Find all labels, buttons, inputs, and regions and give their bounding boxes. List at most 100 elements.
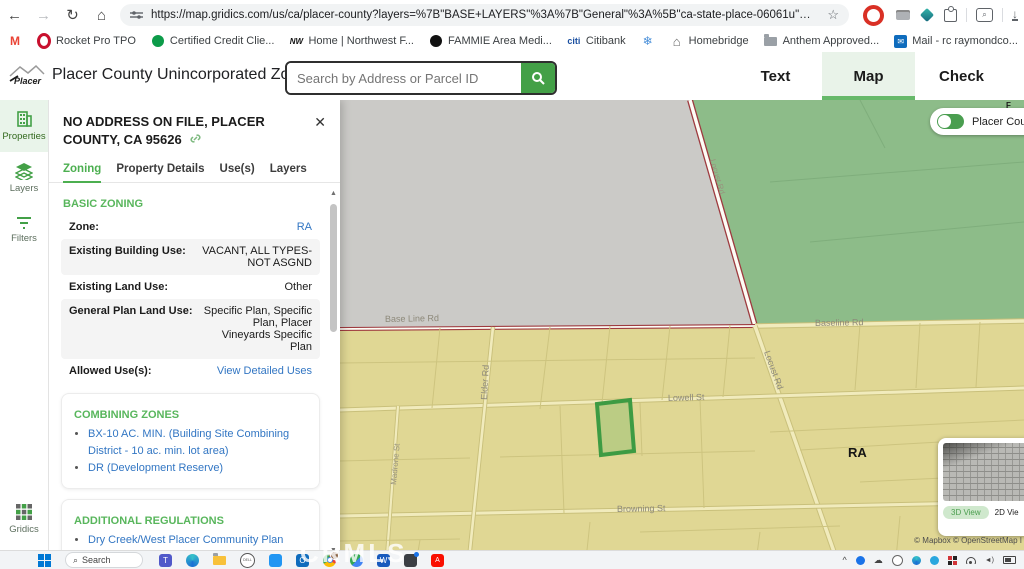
tab-uses[interactable]: Use(s) <box>220 163 255 182</box>
home-icon[interactable]: ⌂ <box>87 7 116 24</box>
reload-icon[interactable]: ↻ <box>58 6 87 24</box>
map-attribution[interactable]: © Mapbox © OpenStreetMap I <box>914 536 1022 545</box>
tray-chevron-up-icon[interactable]: ^ <box>843 555 847 565</box>
section-header-additional-regulations: ADDITIONAL REGULATIONS <box>74 515 309 527</box>
scrollbar-thumb[interactable] <box>330 204 337 332</box>
battery-icon[interactable] <box>1003 556 1016 564</box>
gridics-logo-icon <box>15 503 33 521</box>
close-icon[interactable]: ✕ <box>314 114 326 131</box>
minimap-satellite-thumbnail[interactable] <box>943 443 1024 501</box>
adblock-extension-icon[interactable] <box>863 5 884 26</box>
dry-creek-plan-link[interactable]: Dry Creek/West Placer Community Plan <box>88 534 283 546</box>
tray-onedrive-icon[interactable]: ☁ <box>874 555 883 566</box>
bookmark-rocket-pro[interactable]: Rocket Pro TPO <box>37 34 136 48</box>
sidebar-item-properties[interactable]: Properties <box>0 100 48 152</box>
tray-app-icon[interactable] <box>930 556 939 565</box>
tab-layers[interactable]: Layers <box>270 163 307 182</box>
outlook-icon[interactable]: O <box>296 554 309 567</box>
bookmark-northwest[interactable]: NWHome | Northwest F... <box>289 34 414 48</box>
bookmark-certified-credit[interactable]: Certified Credit Clie... <box>151 34 275 48</box>
minimap-3d-view-button[interactable]: 3D View <box>943 506 989 519</box>
tray-grid-icon[interactable] <box>948 556 957 565</box>
row-zone: Zone: RA <box>61 215 320 239</box>
maps-app-icon[interactable] <box>350 554 363 567</box>
wifi-icon[interactable] <box>966 557 976 564</box>
url-bar[interactable]: https://map.gridics.com/us/ca/placer-cou… <box>120 4 849 26</box>
forward-icon[interactable]: → <box>29 7 58 24</box>
word-icon[interactable]: W <box>377 554 390 567</box>
bookmark-label: FAMMIE Area Medi... <box>448 35 552 47</box>
bookmark-label: Home | Northwest F... <box>308 35 414 47</box>
phone-link-icon[interactable] <box>404 554 417 567</box>
minimap-2d-view-button[interactable]: 2D Vie <box>995 508 1019 517</box>
search-button[interactable] <box>521 63 555 93</box>
row-value: Specific Plan, Specific Plan, Placer Vin… <box>202 305 312 353</box>
sidebar-item-layers[interactable]: Layers <box>0 152 48 204</box>
bookmark-label: Homebridge <box>689 35 749 47</box>
sidebar-item-filters[interactable]: Filters <box>0 204 48 256</box>
share-link-icon[interactable] <box>189 132 202 145</box>
windows-start-icon[interactable] <box>38 554 51 567</box>
panel-scrollbar[interactable]: ▲ ▼ <box>328 190 339 554</box>
acrobat-icon[interactable]: A <box>431 554 444 567</box>
chrome-profile-icon[interactable] <box>323 554 336 567</box>
street-label-base-line-rd: Base Line Rd <box>385 313 439 324</box>
tab-search-icon[interactable]: ⌕ <box>976 8 993 22</box>
scroll-up-arrow[interactable]: ▲ <box>328 190 339 197</box>
address-search-box <box>285 61 557 95</box>
file-explorer-icon[interactable] <box>213 554 226 567</box>
row-existing-land-use: Existing Land Use: Other <box>61 275 320 299</box>
gem-extension-icon[interactable] <box>922 10 932 20</box>
row-label: Existing Building Use: <box>69 245 186 257</box>
photos-icon[interactable] <box>269 554 282 567</box>
zoning-map[interactable]: Base Line Rd Baseline Rd Elder Rd Locust… <box>340 100 1024 569</box>
bookmark-anthem-folder[interactable]: Anthem Approved... <box>764 34 880 48</box>
bookmark-fammie[interactable]: FAMMIE Area Medi... <box>429 34 552 48</box>
taskbar-search[interactable]: ⌕ Search <box>65 552 143 568</box>
teams-icon[interactable]: T <box>159 554 172 567</box>
speaker-icon[interactable]: ◄) <box>985 557 994 564</box>
bookmark-mail[interactable]: ✉Mail - rc raymondco... <box>894 35 1018 48</box>
bookmark-star-icon[interactable]: ☆ <box>827 7 839 23</box>
tray-account-icon[interactable] <box>856 556 865 565</box>
placer-county-logo[interactable]: Placer <box>8 62 46 90</box>
bookmark-homebridge[interactable]: ⌂Homebridge <box>670 34 749 48</box>
bookmark-citibank[interactable]: citiCitibank <box>567 34 626 48</box>
panel-tabs: Zoning Property Details Use(s) Layers <box>48 163 340 183</box>
wallet-extension-icon[interactable] <box>896 10 910 20</box>
tab-zoning[interactable]: Zoning <box>63 163 101 183</box>
edge-icon[interactable] <box>186 554 199 567</box>
combining-zone-dr-link[interactable]: DR (Development Reserve) <box>88 462 223 474</box>
view-detailed-uses-link[interactable]: View Detailed Uses <box>217 365 312 377</box>
map-canvas[interactable]: Base Line Rd Baseline Rd Elder Rd Locust… <box>340 100 1024 569</box>
extensions-puzzle-icon[interactable] <box>944 9 957 22</box>
back-icon[interactable]: ← <box>0 7 29 24</box>
downloads-icon[interactable]: ↓ <box>1012 9 1018 21</box>
parcel-title-text: NO ADDRESS ON FILE, PLACER COUNTY, CA 95… <box>63 114 265 147</box>
url-text[interactable]: https://map.gridics.com/us/ca/placer-cou… <box>151 9 819 21</box>
nav-text-button[interactable]: Text <box>729 52 822 100</box>
tab-property-details[interactable]: Property Details <box>116 163 204 182</box>
zone-link[interactable]: RA <box>297 221 312 233</box>
site-settings-icon[interactable] <box>130 10 143 20</box>
combining-zone-bx10-link[interactable]: BX-10 AC. MIN. (Building Site Combining … <box>88 428 289 457</box>
dell-icon[interactable]: DELL <box>240 553 255 568</box>
system-tray: ^ ☁ ◄) <box>843 555 1017 566</box>
search-input[interactable] <box>287 63 521 93</box>
app-header: Placer Placer County Unincorporated Zoni… <box>0 52 1024 100</box>
windows-taskbar: ⌕ Search T DELL O W A ^ ☁ ◄) <box>0 550 1024 569</box>
nav-check-button[interactable]: Check <box>915 52 1008 100</box>
bookmark-gmail[interactable]: M <box>8 34 22 48</box>
minimap-card: 3D View 2D Vie <box>938 438 1024 536</box>
toggle-switch[interactable] <box>937 114 964 129</box>
selected-parcel[interactable] <box>597 400 634 455</box>
tray-status-icon[interactable] <box>892 555 903 566</box>
gmail-icon: M <box>8 34 22 48</box>
tray-edge-icon[interactable] <box>912 556 921 565</box>
sidebar-item-gridics[interactable]: Gridics <box>0 493 48 545</box>
snowflake-icon: ❄ <box>641 34 655 48</box>
county-layer-toggle[interactable]: Placer Count <box>930 108 1024 135</box>
property-panel: NO ADDRESS ON FILE, PLACER COUNTY, CA 95… <box>48 100 340 558</box>
nav-map-button[interactable]: Map <box>822 52 915 100</box>
bookmark-snowflake[interactable]: ❄ <box>641 34 655 48</box>
